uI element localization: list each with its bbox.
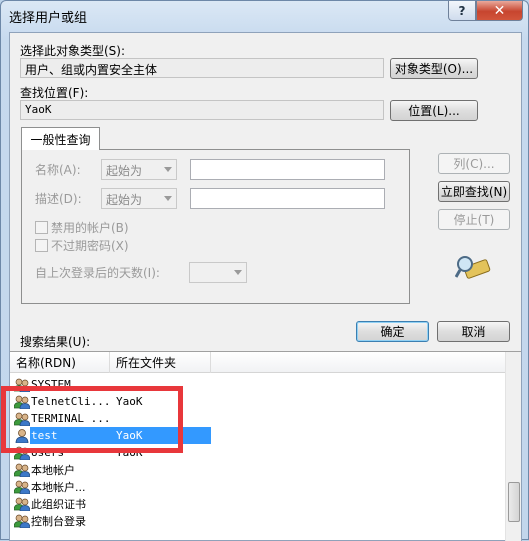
row-name: TelnetCli... <box>31 395 111 408</box>
table-row[interactable]: 本地帐户... <box>10 478 505 495</box>
name-label: 名称(A): <box>35 163 81 177</box>
name-mode-select[interactable]: 起始为 <box>101 159 177 180</box>
columns-button[interactable]: 列(C)... <box>438 153 510 174</box>
table-row[interactable]: 此组织证书 <box>10 495 505 512</box>
row-name: 控制台登录 <box>31 514 86 528</box>
description-input[interactable] <box>190 188 385 209</box>
dialog-body: 选择此对象类型(S): 用户、组或内置安全主体 对象类型(O)... 查找位置(… <box>9 32 522 541</box>
group-icon <box>14 395 30 409</box>
stop-button[interactable]: 停止(T) <box>438 209 510 230</box>
group-icon <box>14 412 30 426</box>
cancel-button[interactable]: 取消 <box>437 321 510 342</box>
group-icon <box>14 497 30 511</box>
checkbox-box <box>35 221 48 234</box>
days-since-logon-select[interactable] <box>189 262 247 283</box>
name-input[interactable] <box>190 159 385 180</box>
ok-button[interactable]: 确定 <box>356 321 429 342</box>
table-row[interactable]: TelnetCli... YaoK <box>10 393 505 410</box>
search-results-list[interactable]: 名称(RDN) 所在文件夹 SYSTEM TelnetCli... YaoK TERM… <box>10 351 521 541</box>
chevron-down-icon <box>164 167 172 172</box>
scrollbar-thumb[interactable] <box>508 482 520 522</box>
row-folder: YaoK <box>116 446 143 459</box>
chevron-down-icon <box>164 196 172 201</box>
results-header: 名称(RDN) 所在文件夹 <box>10 352 505 373</box>
object-type-label: 选择此对象类型(S): <box>20 44 126 58</box>
table-row[interactable]: SYSTEM <box>10 376 505 393</box>
row-folder: YaoK <box>116 395 143 408</box>
column-header-folder[interactable]: 所在文件夹 <box>110 352 211 373</box>
description-label: 描述(D): <box>35 192 82 206</box>
close-button[interactable]: ✕ <box>476 1 523 21</box>
checkbox-box <box>35 239 48 252</box>
object-type-field: 用户、组或内置安全主体 <box>20 58 384 78</box>
find-now-button[interactable]: 立即查找(N) <box>438 181 510 202</box>
non-expiring-password-label: 不过期密码(X) <box>51 239 129 253</box>
row-name: SYSTEM <box>31 378 71 391</box>
group-icon <box>14 514 30 528</box>
row-name: TERMINAL ... <box>31 412 111 425</box>
object-types-button[interactable]: 对象类型(O)... <box>390 58 478 79</box>
window-title: 选择用户或组 <box>9 11 88 26</box>
row-name: Users <box>31 446 65 459</box>
row-name: 本地帐户 <box>31 463 75 477</box>
table-row[interactable]: 控制台登录 <box>10 512 505 529</box>
row-name: 此组织证书 <box>31 497 86 511</box>
locations-button[interactable]: 位置(L)... <box>390 100 478 121</box>
non-expiring-password-checkbox[interactable]: 不过期密码(X) <box>35 237 129 254</box>
vertical-scrollbar[interactable] <box>505 352 521 541</box>
disabled-accounts-label: 禁用的帐户(B) <box>51 221 129 235</box>
column-header-name[interactable]: 名称(RDN) <box>10 352 110 373</box>
description-mode-select[interactable]: 起始为 <box>101 188 177 209</box>
row-folder: YaoK <box>116 429 143 442</box>
help-button[interactable]: ? <box>448 1 476 21</box>
table-row[interactable]: Users YaoK <box>10 444 505 461</box>
table-row[interactable]: 本地帐户 <box>10 461 505 478</box>
tab-common-queries[interactable]: 一般性查询 <box>21 127 100 150</box>
search-magnifier-icon <box>455 256 491 279</box>
location-label: 查找位置(F): <box>20 86 89 100</box>
common-queries-panel: 名称(A): 起始为 描述(D): 起始为 禁用的帐户(B) 不过期密码(X) … <box>21 149 410 304</box>
description-mode-value: 起始为 <box>106 193 143 207</box>
search-results-label: 搜索结果(U): <box>20 335 91 349</box>
group-icon <box>14 446 30 460</box>
table-row[interactable]: TERMINAL ... <box>10 410 505 427</box>
table-row[interactable]: test YaoK <box>10 427 505 444</box>
row-name: 本地帐户... <box>31 480 86 494</box>
group-icon <box>14 378 30 392</box>
location-field: YaoK <box>20 100 384 120</box>
disabled-accounts-checkbox[interactable]: 禁用的帐户(B) <box>35 219 129 236</box>
group-icon <box>14 463 30 477</box>
dialog-window: 选择用户或组 ? ✕ 选择此对象类型(S): 用户、组或内置安全主体 对象类型(… <box>0 0 529 541</box>
days-since-logon-label: 自上次登录后的天数(I): <box>35 266 160 280</box>
group-icon <box>14 480 30 494</box>
row-name: test <box>31 429 58 442</box>
chevron-down-icon <box>234 270 242 275</box>
user-icon <box>15 429 29 443</box>
name-mode-value: 起始为 <box>106 164 143 178</box>
